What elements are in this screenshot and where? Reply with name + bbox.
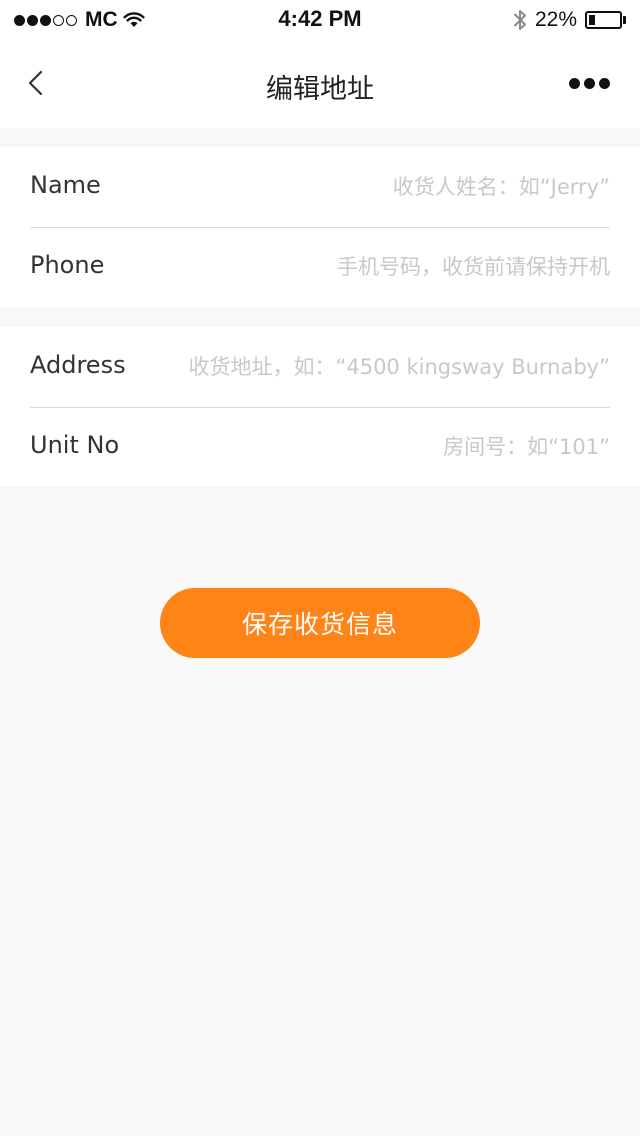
unit-row: Unit No bbox=[30, 407, 610, 487]
more-dot bbox=[584, 78, 595, 89]
address-row: Address bbox=[30, 327, 610, 408]
contact-group: Name Phone bbox=[0, 147, 640, 307]
status-bar: MC 4:42 PM 22% bbox=[0, 0, 640, 40]
address-label: Address bbox=[30, 351, 126, 379]
phone-label: Phone bbox=[30, 251, 105, 279]
more-dot bbox=[569, 78, 580, 89]
battery-level-fill bbox=[589, 15, 595, 25]
address-input[interactable] bbox=[158, 345, 610, 389]
page-title: 编辑地址 bbox=[266, 74, 374, 105]
bluetooth-icon bbox=[513, 10, 526, 30]
unit-label: Unit No bbox=[30, 431, 120, 459]
status-right: 22% bbox=[513, 7, 626, 33]
name-row: Name bbox=[30, 147, 610, 228]
name-input[interactable] bbox=[160, 165, 610, 209]
phone-input[interactable] bbox=[160, 245, 610, 289]
battery-cap bbox=[623, 16, 626, 24]
battery-percent: 22% bbox=[534, 8, 577, 31]
phone-row: Phone bbox=[30, 227, 610, 307]
more-horizontal-icon[interactable] bbox=[565, 78, 610, 89]
save-button[interactable]: 保存收货信息 bbox=[160, 588, 480, 658]
name-label: Name bbox=[30, 171, 101, 199]
more-dot bbox=[599, 78, 610, 89]
battery-icon bbox=[585, 11, 622, 29]
address-group: Address Unit No bbox=[0, 327, 640, 487]
navigation-bar: 编辑地址 bbox=[0, 40, 640, 128]
unit-input[interactable] bbox=[160, 425, 610, 469]
